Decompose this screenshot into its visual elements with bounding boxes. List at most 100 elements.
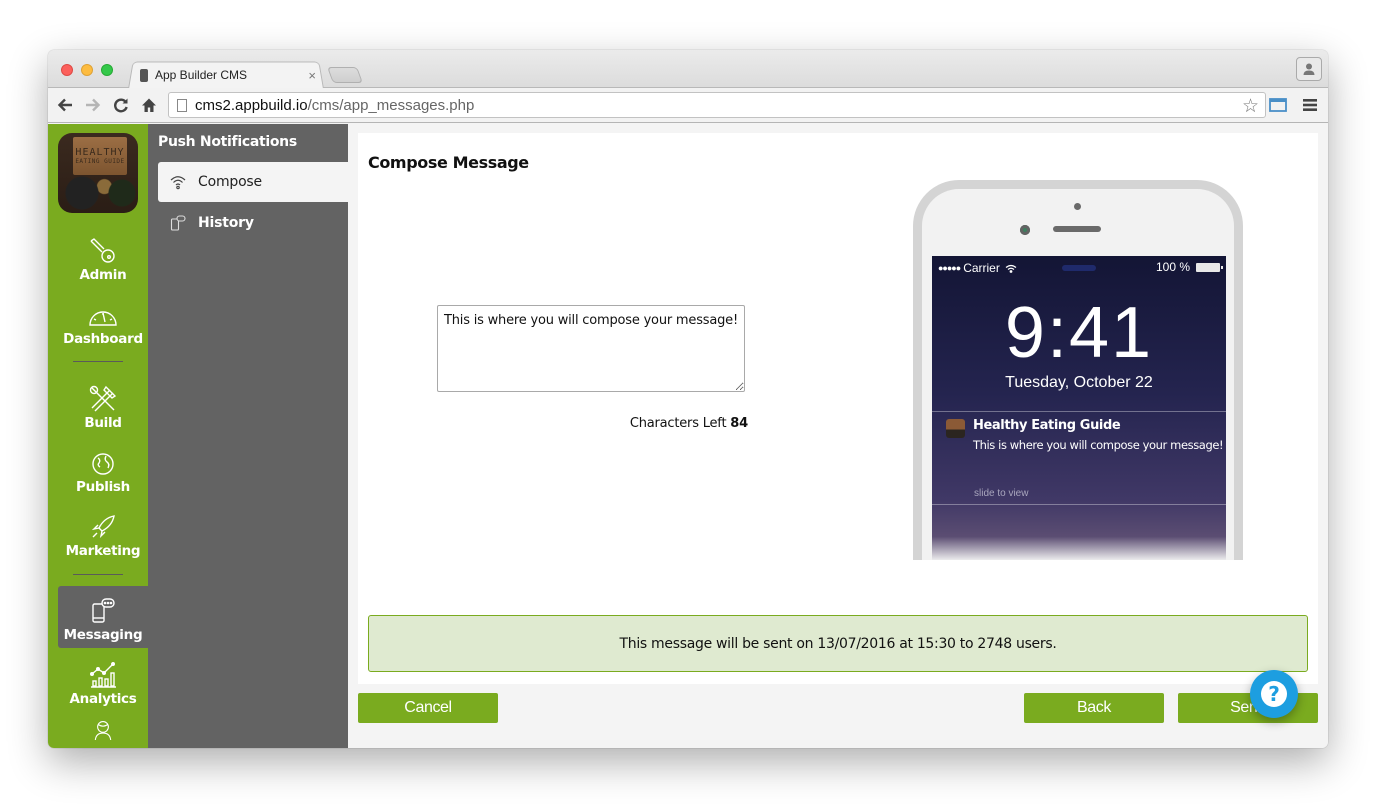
hamburger-icon [1303,99,1317,111]
rail-label: Messaging [63,627,143,643]
rail-label: Analytics [69,691,137,707]
rail-item-admin[interactable]: Admin [58,226,148,288]
page-title: Compose Message [368,153,529,172]
phone-speaker [1053,226,1101,232]
rail-divider [73,361,123,362]
person-icon [1303,63,1315,75]
main-navigation-rail: HEALTHY EATING GUIDE Admin Dashboard Bui… [48,124,148,748]
subnav-label: Compose [198,174,262,190]
notification-divider [932,504,1226,505]
message-input[interactable] [437,305,745,392]
lock-screen-time: 9:41 [1004,293,1154,373]
home-button[interactable] [138,94,160,116]
browser-menu-button[interactable] [1302,97,1318,113]
cast-icon [1269,98,1287,112]
subnav-label: History [198,215,254,231]
subnav-title: Push Notifications [158,134,297,150]
phone-chat-icon [92,598,115,623]
help-button[interactable]: ? [1250,670,1298,718]
new-tab-button[interactable] [327,67,363,83]
wifi-icon [1005,264,1017,273]
question-mark-icon: ? [1261,681,1287,707]
rail-divider [73,574,123,575]
tab-strip: App Builder CMS × [48,50,1328,89]
rail-item-build[interactable]: Build [58,374,148,436]
status-indicator [1062,265,1096,271]
chart-icon [90,662,116,688]
battery-status: 100 % [1155,260,1223,274]
notification-body: This is where you will compose your mess… [973,438,1224,452]
carrier-label: Carrier [963,261,1000,275]
app-logo[interactable]: HEALTHY EATING GUIDE [58,133,138,213]
phone-status-bar: ●●●●● Carrier 100 % [938,260,1223,276]
key-icon [90,238,115,263]
rail-label: Dashboard [63,331,143,347]
logo-line-2: EATING GUIDE [75,158,125,165]
url-host: cms2.appbuild.io [195,96,308,114]
back-button[interactable]: Back [1024,693,1164,723]
rail-item-analytics[interactable]: Analytics [58,650,148,712]
schedule-notice: This message will be sent on 13/07/2016 … [368,615,1308,672]
subnav-item-compose[interactable]: Compose [158,162,348,202]
browser-toolbar: cms2.appbuild.io/cms/app_messages.php ☆ [48,88,1328,123]
url-path: /cms/app_messages.php [307,96,475,114]
wifi-icon [170,176,186,190]
minimize-window-button[interactable] [81,64,93,76]
phone-camera [1020,225,1030,235]
zoom-window-button[interactable] [101,64,113,76]
logo-line-1: HEALTHY [75,147,125,158]
tab-title: App Builder CMS [155,68,248,82]
url-text[interactable]: cms2.appbuild.io/cms/app_messages.php [195,97,474,114]
characters-left-count: 84 [730,416,748,431]
page-icon [177,98,187,112]
signal-dots-icon: ●●●●● [938,263,961,273]
rail-item-dashboard[interactable]: Dashboard [58,290,148,352]
close-window-button[interactable] [61,64,73,76]
notification-app-icon [946,419,965,438]
main-content: Compose Message Characters Left 84 ●●●●●… [348,124,1328,748]
slide-to-view-hint: slide to view [974,488,1029,499]
phone-sensor [1074,203,1081,210]
reload-button[interactable] [110,94,132,116]
tools-icon [89,385,117,412]
rail-label: Build [84,415,122,431]
bookmark-star-icon[interactable]: ☆ [1242,95,1259,117]
globe-icon [92,453,114,475]
push-notifications-subnav: Push Notifications Compose History [148,124,348,748]
gauge-icon [89,311,117,326]
arrow-left-icon [57,98,72,112]
rail-item-messaging[interactable]: Messaging [58,586,148,648]
tab-close-icon[interactable]: × [308,68,316,83]
address-bar[interactable]: cms2.appbuild.io/cms/app_messages.php ☆ [168,92,1266,118]
forward-nav-button[interactable] [82,94,104,116]
notification-title: Healthy Eating Guide [973,418,1121,433]
back-nav-button[interactable] [54,94,76,116]
characters-left: Characters Left 84 [630,416,748,431]
cast-button[interactable] [1268,96,1288,114]
rocket-icon [91,515,115,539]
subnav-item-history[interactable]: History [158,203,348,243]
phone-chat-icon [170,215,186,231]
notification-divider [932,411,1226,412]
user-icon [94,721,112,740]
browser-window: App Builder CMS × cms2.appbuild.io/cms/a… [48,50,1328,748]
browser-tab-content[interactable]: App Builder CMS × [140,65,322,85]
cms-app: HEALTHY EATING GUIDE Admin Dashboard Bui… [48,124,1328,748]
cancel-button[interactable]: Cancel [358,693,498,723]
logo-board: HEALTHY EATING GUIDE [73,137,127,175]
rail-item-marketing[interactable]: Marketing [58,502,148,564]
phone-preview: ●●●●● Carrier 100 % 9:41 Tuesday, Octobe… [913,180,1243,560]
rail-item-publish[interactable]: Publish [58,438,148,500]
rail-item-users[interactable] [58,714,148,748]
reload-icon [114,98,128,113]
characters-left-label: Characters Left [629,416,727,431]
arrow-right-icon [86,98,101,112]
home-icon [142,98,156,112]
compose-panel: Compose Message Characters Left 84 ●●●●●… [358,133,1318,684]
rail-label: Publish [76,479,130,495]
battery-label: 100 % [1155,260,1190,274]
lock-screen-date: Tuesday, October 22 [1005,374,1153,391]
battery-icon [1196,262,1223,272]
profile-button[interactable] [1296,57,1322,81]
rail-label: Admin [79,267,127,283]
